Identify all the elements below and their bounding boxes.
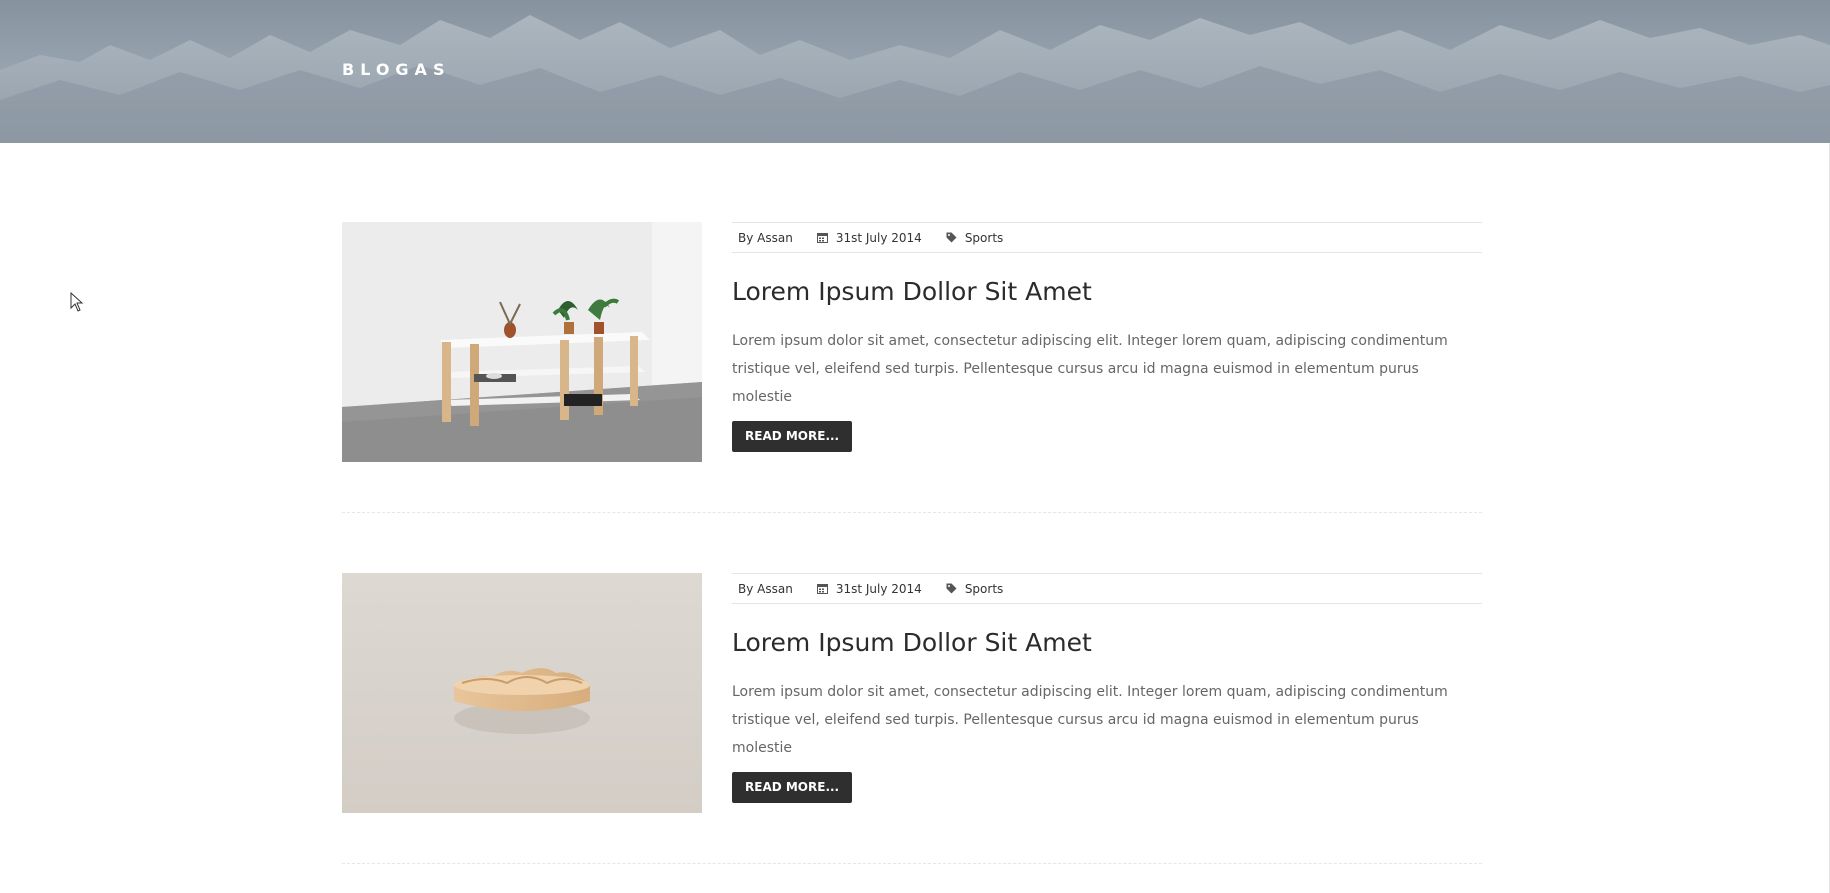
read-more-button[interactable]: READ MORE... xyxy=(732,421,853,452)
wooden-bowl-image xyxy=(342,573,702,813)
shelf-with-plants-image xyxy=(342,222,702,462)
post-body: By Assan 31st July 2014 Sports Lorem Ips… xyxy=(732,222,1482,452)
date-label: 31st July 2014 xyxy=(835,581,922,596)
category-label: Sports xyxy=(964,581,1004,596)
mouse-pointer-icon xyxy=(70,291,84,317)
mountain-background-image xyxy=(0,0,1830,143)
post-title[interactable]: Lorem Ipsum Dollor Sit Amet xyxy=(732,628,1482,658)
tag-icon xyxy=(946,583,957,594)
post-meta: By Assan 31st July 2014 Sports xyxy=(732,573,1482,604)
tag-icon xyxy=(946,232,957,243)
calendar-icon xyxy=(816,232,828,243)
post-divider xyxy=(342,863,1482,864)
page-title: BLOGAS xyxy=(342,60,451,79)
post-divider xyxy=(342,512,1482,513)
author-label: By Assan xyxy=(738,230,793,245)
post-image-shelf[interactable] xyxy=(342,222,702,462)
post-category[interactable]: Sports xyxy=(946,582,1003,596)
author-label: By Assan xyxy=(738,581,793,596)
page-header-banner: BLOGAS xyxy=(0,0,1830,143)
post-author[interactable]: By Assan xyxy=(738,231,793,245)
post-excerpt: Lorem ipsum dolor sit amet, consectetur … xyxy=(732,333,1448,405)
category-label: Sports xyxy=(964,230,1004,245)
post-meta: By Assan 31st July 2014 Sports xyxy=(732,222,1482,253)
post-excerpt: Lorem ipsum dolor sit amet, consectetur … xyxy=(732,684,1448,756)
post-title[interactable]: Lorem Ipsum Dollor Sit Amet xyxy=(732,277,1482,307)
read-more-button[interactable]: READ MORE... xyxy=(732,772,853,803)
post-date: 31st July 2014 xyxy=(816,230,922,245)
post-body: By Assan 31st July 2014 Sports Lorem Ips… xyxy=(732,573,1482,803)
post-date: 31st July 2014 xyxy=(816,581,922,596)
post-category[interactable]: Sports xyxy=(946,231,1003,245)
post-image-bowl[interactable] xyxy=(342,573,702,813)
calendar-icon xyxy=(816,583,828,594)
post-author[interactable]: By Assan xyxy=(738,582,793,596)
date-label: 31st July 2014 xyxy=(835,230,922,245)
